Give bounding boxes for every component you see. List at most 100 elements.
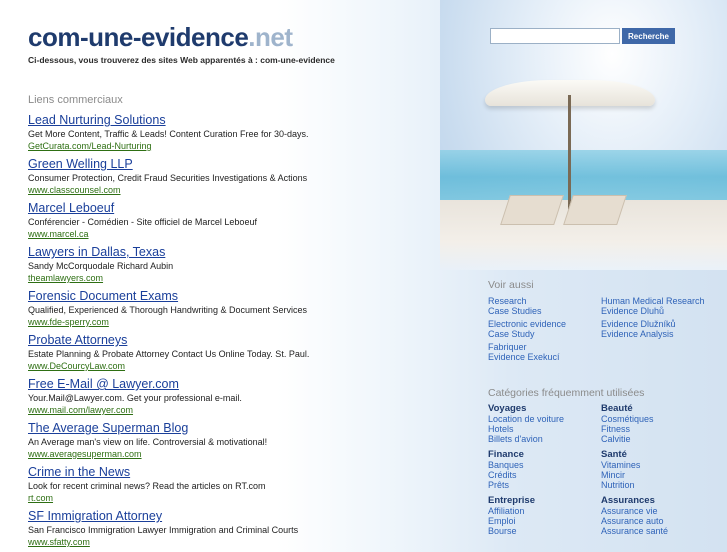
category-link[interactable]: Hotels [488, 424, 601, 434]
category-heading-link[interactable]: Beauté [601, 403, 724, 414]
category-link[interactable]: Crédits [488, 470, 601, 480]
sponsored-listing: Probate Attorneys Estate Planning & Proba… [28, 332, 448, 376]
see-also-pair: Fabriquer Evidence Exekucí [488, 342, 601, 362]
listing-url-link[interactable]: www.sfatty.com [28, 536, 448, 548]
listing-url-link[interactable]: www.marcel.ca [28, 228, 448, 240]
listing-title-link[interactable]: Free E-Mail @ Lawyer.com [28, 376, 448, 392]
listing-title-link[interactable]: Probate Attorneys [28, 332, 448, 348]
listing-description: Look for recent criminal news? Read the … [28, 481, 266, 491]
listing-url-link[interactable]: www.classcounsel.com [28, 184, 448, 196]
listing-url-link[interactable]: www.DeCourcyLaw.com [28, 360, 448, 372]
listing-description: Get More Content, Traffic & Leads! Conte… [28, 129, 309, 139]
site-logo[interactable]: com-une-evidence.net [28, 22, 293, 53]
category-group: Finance Banques Crédits Prêts [488, 449, 601, 490]
see-also-link[interactable]: Electronic evidence [488, 319, 601, 329]
category-link[interactable]: Fitness [601, 424, 724, 434]
category-link[interactable]: Assurance auto [601, 516, 724, 526]
sponsored-links-label: Liens commerciaux [28, 94, 123, 106]
category-link[interactable]: Location de voiture [488, 414, 601, 424]
category-group: Assurances Assurance vie Assurance auto Ass… [601, 495, 724, 536]
see-also-link[interactable]: Evidence Dluhů [601, 306, 724, 316]
category-heading-link[interactable]: Voyages [488, 403, 601, 414]
category-group: Santé Vitamines Mincir Nutrition [601, 449, 724, 490]
umbrella-pole [568, 95, 571, 215]
listing-url-link[interactable]: rt.com [28, 492, 448, 504]
category-link[interactable]: Prêts [488, 480, 601, 490]
categories-grid: Voyages Location de voiture Hotels Billets … [488, 403, 724, 536]
category-heading-link[interactable]: Santé [601, 449, 724, 460]
category-group: Entreprise Affiliation Emploi Bourse [488, 495, 601, 536]
category-heading-link[interactable]: Entreprise [488, 495, 601, 506]
listing-title-link[interactable]: SF Immigration Attorney [28, 508, 448, 524]
sponsored-listing: Lead Nurturing Solutions Get More Content… [28, 112, 448, 156]
category-link[interactable]: Billets d'avion [488, 434, 601, 444]
category-link[interactable]: Assurance vie [601, 506, 724, 516]
listing-url-link[interactable]: theamlawyers.com [28, 272, 448, 284]
search-button[interactable]: Recherche [622, 28, 675, 44]
categories-label: Catégories fréquemment utilisées [488, 387, 645, 399]
sponsored-listing: The Average Superman Blog An Average man'… [28, 420, 448, 464]
listing-description: Qualified, Experienced & Thorough Handwr… [28, 305, 307, 315]
see-also-pair: Human Medical Research Evidence Dluhů [601, 296, 724, 316]
listing-title-link[interactable]: Crime in the News [28, 464, 448, 480]
category-link[interactable]: Calvitie [601, 434, 724, 444]
listing-url-link[interactable]: www.mail.com/lawyer.com [28, 404, 448, 416]
listing-title-link[interactable]: Forensic Document Exams [28, 288, 448, 304]
category-link[interactable]: Assurance santé [601, 526, 724, 536]
logo-main-text: com-une-evidence [28, 22, 249, 52]
see-also-link[interactable]: Research [488, 296, 601, 306]
see-also-pair: Evidence Dlužníků Evidence Analysis [601, 319, 724, 339]
sponsored-listing: Forensic Document Exams Qualified, Experi… [28, 288, 448, 332]
see-also-link[interactable]: Human Medical Research [601, 296, 724, 306]
see-also-link[interactable]: Evidence Dlužníků [601, 319, 724, 329]
listing-title-link[interactable]: The Average Superman Blog [28, 420, 448, 436]
see-also-link[interactable]: Fabriquer [488, 342, 601, 352]
listing-title-link[interactable]: Lawyers in Dallas, Texas [28, 244, 448, 260]
see-also-pair: Research Case Studies [488, 296, 601, 316]
category-heading-link[interactable]: Finance [488, 449, 601, 460]
listing-description: San Francisco Immigration Lawyer Immigra… [28, 525, 299, 535]
listing-url-link[interactable]: GetCurata.com/Lead-Nurturing [28, 140, 448, 152]
sponsored-listing: Marcel Leboeuf Conférencier - Comédien - … [28, 200, 448, 244]
see-also-pair: Electronic evidence Case Study [488, 319, 601, 339]
category-group: Voyages Location de voiture Hotels Billets … [488, 403, 601, 444]
category-link[interactable]: Bourse [488, 526, 601, 536]
category-link[interactable]: Nutrition [601, 480, 724, 490]
listing-url-link[interactable]: www.fde-sperry.com [28, 316, 448, 328]
category-group: Beauté Cosmétiques Fitness Calvitie [601, 403, 724, 444]
category-link[interactable]: Emploi [488, 516, 601, 526]
listing-description: Consumer Protection, Credit Fraud Securi… [28, 173, 308, 183]
listing-description: Estate Planning & Probate Attorney Conta… [28, 349, 310, 359]
lounge-chair [500, 195, 564, 225]
sponsored-listing: SF Immigration Attorney San Francisco Imm… [28, 508, 448, 552]
lounge-chair [563, 195, 627, 225]
see-also-link[interactable]: Case Study [488, 329, 601, 339]
listing-description: An Average man's view on life. Controver… [28, 437, 268, 447]
sponsored-listing: Free E-Mail @ Lawyer.com Your.Mail@Lawyer… [28, 376, 448, 420]
search-input[interactable] [490, 28, 620, 44]
category-link[interactable]: Affiliation [488, 506, 601, 516]
listing-url-link[interactable]: www.averagesuperman.com [28, 448, 448, 460]
sponsored-listing: Lawyers in Dallas, Texas Sandy McCorquoda… [28, 244, 448, 288]
listing-description: Your.Mail@Lawyer.com. Get your professio… [28, 393, 242, 403]
see-also-link[interactable]: Case Studies [488, 306, 601, 316]
category-link[interactable]: Banques [488, 460, 601, 470]
category-link[interactable]: Vitamines [601, 460, 724, 470]
sponsored-listing: Crime in the News Look for recent crimina… [28, 464, 448, 508]
listing-title-link[interactable]: Marcel Leboeuf [28, 200, 448, 216]
see-also-list: Research Case Studies Human Medical Resear… [488, 296, 724, 362]
listing-description: Sandy McCorquodale Richard Aubin [28, 261, 174, 271]
category-link[interactable]: Mincir [601, 470, 724, 480]
category-link[interactable]: Cosmétiques [601, 414, 724, 424]
listing-title-link[interactable]: Lead Nurturing Solutions [28, 112, 448, 128]
tagline: Ci-dessous, vous trouverez des sites Web… [28, 55, 335, 65]
category-heading-link[interactable]: Assurances [601, 495, 724, 506]
sponsored-listing: Green Welling LLP Consumer Protection, Cr… [28, 156, 448, 200]
see-also-link[interactable]: Evidence Exekucí [488, 352, 601, 362]
see-also-label: Voir aussi [488, 279, 534, 291]
sponsored-listings: Lead Nurturing Solutions Get More Content… [28, 112, 448, 552]
listing-description: Conférencier - Comédien - Site officiel … [28, 217, 257, 227]
logo-tld-text: .net [248, 22, 293, 52]
listing-title-link[interactable]: Green Welling LLP [28, 156, 448, 172]
see-also-link[interactable]: Evidence Analysis [601, 329, 724, 339]
